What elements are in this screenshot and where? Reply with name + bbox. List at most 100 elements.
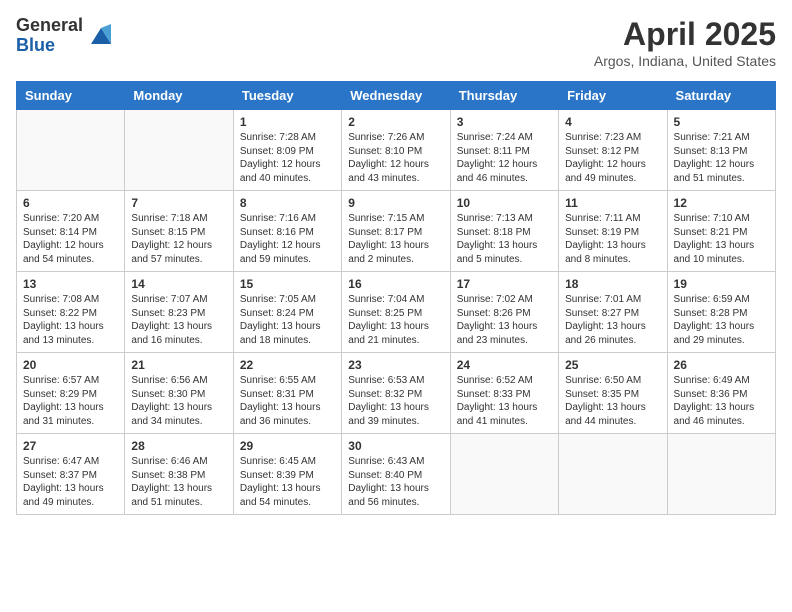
day-number: 30: [348, 439, 443, 453]
day-number: 1: [240, 115, 335, 129]
day-number: 3: [457, 115, 552, 129]
calendar-day-cell: 18 Sunrise: 7:01 AM Sunset: 8:27 PM Dayli…: [559, 272, 667, 353]
day-number: 22: [240, 358, 335, 372]
calendar-day-cell: 26 Sunrise: 6:49 AM Sunset: 8:36 PM Dayli…: [667, 353, 775, 434]
logo: General Blue: [16, 16, 115, 56]
calendar-day-cell: 17Sunrise: 7:02 AM Sunset: 8:26 PM Dayli…: [450, 272, 558, 353]
day-info: Sunrise: 7:11 AM Sunset: 8:19 PM Dayligh…: [565, 212, 660, 266]
weekday-header-saturday: Saturday: [667, 82, 775, 110]
calendar-week-row: 13Sunrise: 7:08 AM Sunset: 8:22 PM Dayli…: [17, 272, 776, 353]
calendar-day-cell: 30 Sunrise: 6:43 AM Sunset: 8:40 PM Dayli…: [342, 434, 450, 515]
day-info: Sunrise: 7:21 AM Sunset: 8:13 PM Dayligh…: [674, 131, 769, 185]
calendar-day-cell: 10 Sunrise: 7:13 AM Sunset: 8:18 PM Dayli…: [450, 191, 558, 272]
title-area: April 2025 Argos, Indiana, United States: [594, 16, 776, 69]
calendar-day-cell: 13Sunrise: 7:08 AM Sunset: 8:22 PM Dayli…: [17, 272, 125, 353]
day-number: 29: [240, 439, 335, 453]
day-info: Sunrise: 6:43 AM Sunset: 8:40 PM Dayligh…: [348, 455, 443, 509]
day-info: Sunrise: 7:15 AM Sunset: 8:17 PM Dayligh…: [348, 212, 443, 266]
calendar-day-cell: 29 Sunrise: 6:45 AM Sunset: 8:39 PM Dayli…: [233, 434, 341, 515]
calendar-week-row: 6 Sunrise: 7:20 AM Sunset: 8:14 PM Daylig…: [17, 191, 776, 272]
logo-icon: [87, 20, 115, 48]
day-info: Sunrise: 6:49 AM Sunset: 8:36 PM Dayligh…: [674, 374, 769, 428]
weekday-header-row: SundayMondayTuesdayWednesdayThursdayFrid…: [17, 82, 776, 110]
day-info: Sunrise: 7:13 AM Sunset: 8:18 PM Dayligh…: [457, 212, 552, 266]
weekday-header-sunday: Sunday: [17, 82, 125, 110]
calendar-day-cell: 25Sunrise: 6:50 AM Sunset: 8:35 PM Dayli…: [559, 353, 667, 434]
calendar-day-cell: 9Sunrise: 7:15 AM Sunset: 8:17 PM Daylig…: [342, 191, 450, 272]
day-number: 11: [565, 196, 660, 210]
calendar-day-cell: 20Sunrise: 6:57 AM Sunset: 8:29 PM Dayli…: [17, 353, 125, 434]
page-header: General Blue April 2025 Argos, Indiana, …: [16, 16, 776, 69]
calendar-day-cell: 24 Sunrise: 6:52 AM Sunset: 8:33 PM Dayli…: [450, 353, 558, 434]
day-number: 28: [131, 439, 226, 453]
calendar-week-row: 27 Sunrise: 6:47 AM Sunset: 8:37 PM Dayli…: [17, 434, 776, 515]
calendar-day-cell: 8 Sunrise: 7:16 AM Sunset: 8:16 PM Daylig…: [233, 191, 341, 272]
weekday-header-tuesday: Tuesday: [233, 82, 341, 110]
day-info: Sunrise: 6:45 AM Sunset: 8:39 PM Dayligh…: [240, 455, 335, 509]
calendar-day-cell: 27 Sunrise: 6:47 AM Sunset: 8:37 PM Dayli…: [17, 434, 125, 515]
calendar-day-cell: [450, 434, 558, 515]
day-number: 18: [565, 277, 660, 291]
day-info: Sunrise: 6:57 AM Sunset: 8:29 PM Dayligh…: [23, 374, 118, 428]
calendar-day-cell: 4 Sunrise: 7:23 AM Sunset: 8:12 PM Daylig…: [559, 110, 667, 191]
calendar-day-cell: [125, 110, 233, 191]
day-number: 7: [131, 196, 226, 210]
calendar-day-cell: 23 Sunrise: 6:53 AM Sunset: 8:32 PM Dayli…: [342, 353, 450, 434]
calendar-day-cell: 11 Sunrise: 7:11 AM Sunset: 8:19 PM Dayli…: [559, 191, 667, 272]
day-info: Sunrise: 7:01 AM Sunset: 8:27 PM Dayligh…: [565, 293, 660, 347]
day-number: 27: [23, 439, 118, 453]
day-number: 16: [348, 277, 443, 291]
day-info: Sunrise: 7:18 AM Sunset: 8:15 PM Dayligh…: [131, 212, 226, 266]
weekday-header-friday: Friday: [559, 82, 667, 110]
calendar-day-cell: 3 Sunrise: 7:24 AM Sunset: 8:11 PM Daylig…: [450, 110, 558, 191]
day-info: Sunrise: 6:47 AM Sunset: 8:37 PM Dayligh…: [23, 455, 118, 509]
location-title: Argos, Indiana, United States: [594, 53, 776, 69]
day-info: Sunrise: 7:10 AM Sunset: 8:21 PM Dayligh…: [674, 212, 769, 266]
day-number: 5: [674, 115, 769, 129]
day-info: Sunrise: 7:26 AM Sunset: 8:10 PM Dayligh…: [348, 131, 443, 185]
calendar-day-cell: 22Sunrise: 6:55 AM Sunset: 8:31 PM Dayli…: [233, 353, 341, 434]
day-number: 24: [457, 358, 552, 372]
day-number: 23: [348, 358, 443, 372]
day-number: 8: [240, 196, 335, 210]
day-number: 2: [348, 115, 443, 129]
day-number: 26: [674, 358, 769, 372]
day-number: 19: [674, 277, 769, 291]
day-info: Sunrise: 7:16 AM Sunset: 8:16 PM Dayligh…: [240, 212, 335, 266]
day-info: Sunrise: 7:08 AM Sunset: 8:22 PM Dayligh…: [23, 293, 118, 347]
calendar-day-cell: 16 Sunrise: 7:04 AM Sunset: 8:25 PM Dayli…: [342, 272, 450, 353]
calendar-day-cell: 6 Sunrise: 7:20 AM Sunset: 8:14 PM Daylig…: [17, 191, 125, 272]
calendar-day-cell: 2 Sunrise: 7:26 AM Sunset: 8:10 PM Daylig…: [342, 110, 450, 191]
day-number: 10: [457, 196, 552, 210]
month-title: April 2025: [594, 16, 776, 53]
calendar-day-cell: 14Sunrise: 7:07 AM Sunset: 8:23 PM Dayli…: [125, 272, 233, 353]
day-info: Sunrise: 7:20 AM Sunset: 8:14 PM Dayligh…: [23, 212, 118, 266]
logo-general: General: [16, 16, 83, 36]
day-info: Sunrise: 7:23 AM Sunset: 8:12 PM Dayligh…: [565, 131, 660, 185]
day-info: Sunrise: 7:24 AM Sunset: 8:11 PM Dayligh…: [457, 131, 552, 185]
weekday-header-wednesday: Wednesday: [342, 82, 450, 110]
calendar-day-cell: 21 Sunrise: 6:56 AM Sunset: 8:30 PM Dayli…: [125, 353, 233, 434]
calendar-day-cell: 28 Sunrise: 6:46 AM Sunset: 8:38 PM Dayli…: [125, 434, 233, 515]
day-info: Sunrise: 7:04 AM Sunset: 8:25 PM Dayligh…: [348, 293, 443, 347]
weekday-header-thursday: Thursday: [450, 82, 558, 110]
calendar-day-cell: 5 Sunrise: 7:21 AM Sunset: 8:13 PM Daylig…: [667, 110, 775, 191]
day-info: Sunrise: 6:53 AM Sunset: 8:32 PM Dayligh…: [348, 374, 443, 428]
day-info: Sunrise: 6:52 AM Sunset: 8:33 PM Dayligh…: [457, 374, 552, 428]
day-number: 6: [23, 196, 118, 210]
day-number: 25: [565, 358, 660, 372]
calendar-day-cell: [559, 434, 667, 515]
day-info: Sunrise: 7:02 AM Sunset: 8:26 PM Dayligh…: [457, 293, 552, 347]
day-info: Sunrise: 6:46 AM Sunset: 8:38 PM Dayligh…: [131, 455, 226, 509]
day-info: Sunrise: 6:59 AM Sunset: 8:28 PM Dayligh…: [674, 293, 769, 347]
calendar-day-cell: 7 Sunrise: 7:18 AM Sunset: 8:15 PM Daylig…: [125, 191, 233, 272]
day-number: 21: [131, 358, 226, 372]
day-info: Sunrise: 7:05 AM Sunset: 8:24 PM Dayligh…: [240, 293, 335, 347]
calendar-day-cell: [17, 110, 125, 191]
day-number: 12: [674, 196, 769, 210]
day-number: 4: [565, 115, 660, 129]
day-info: Sunrise: 6:56 AM Sunset: 8:30 PM Dayligh…: [131, 374, 226, 428]
logo-blue: Blue: [16, 36, 83, 56]
calendar-week-row: 1Sunrise: 7:28 AM Sunset: 8:09 PM Daylig…: [17, 110, 776, 191]
day-info: Sunrise: 7:07 AM Sunset: 8:23 PM Dayligh…: [131, 293, 226, 347]
